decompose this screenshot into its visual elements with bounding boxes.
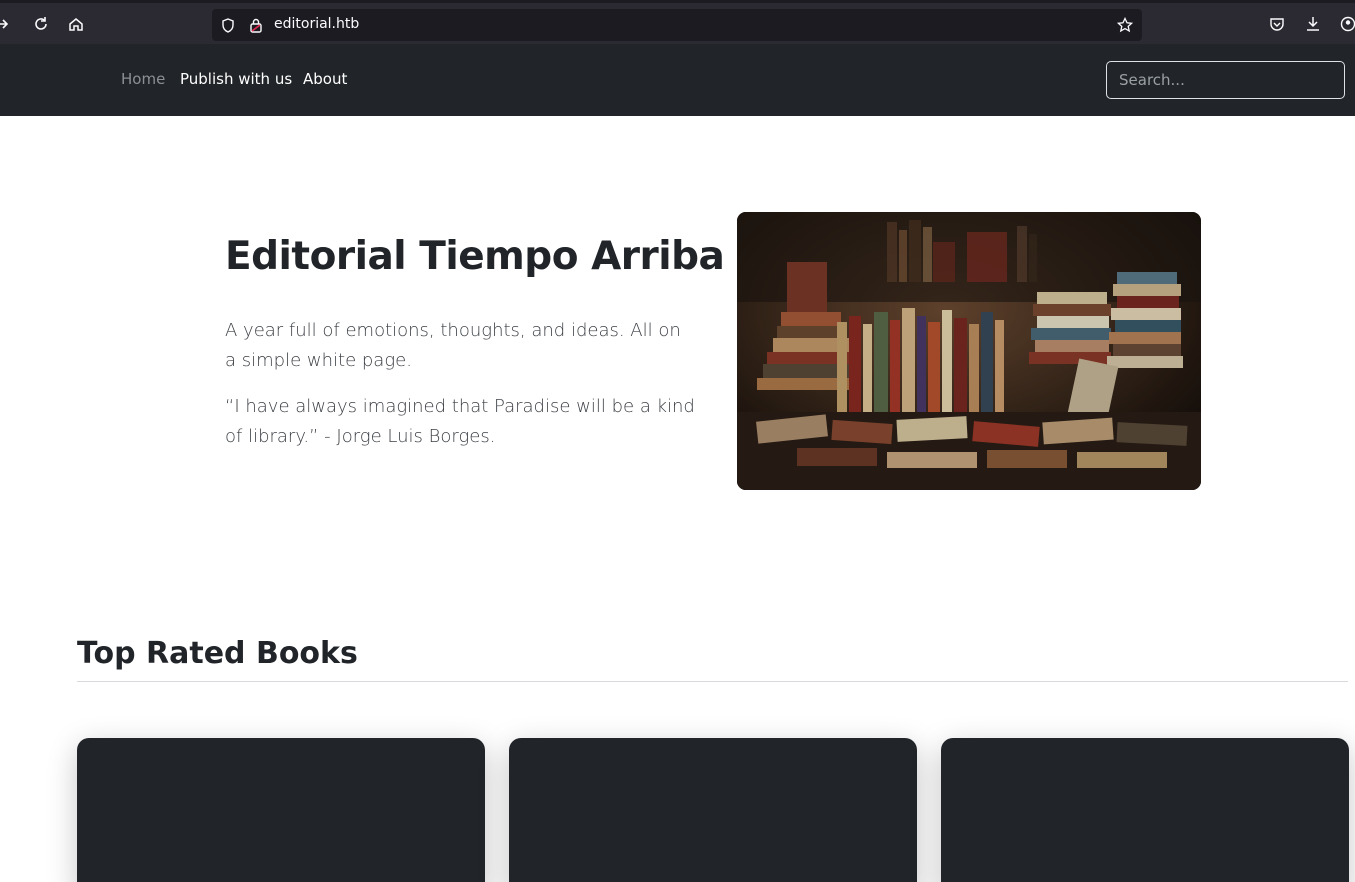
shield-icon[interactable] bbox=[220, 17, 236, 33]
lock-icon[interactable] bbox=[248, 17, 264, 33]
url-bar[interactable]: editorial.htb bbox=[212, 9, 1142, 41]
forward-arrow-icon[interactable] bbox=[0, 14, 12, 34]
nav-link-about[interactable]: About bbox=[303, 70, 347, 88]
hero-title: Editorial Tiempo Arriba bbox=[225, 234, 725, 279]
book-card[interactable] bbox=[509, 738, 917, 882]
nav-link-home[interactable]: Home bbox=[121, 70, 165, 88]
hero-quote: “I have always imagined that Paradise wi… bbox=[225, 396, 695, 447]
bookmark-star-icon[interactable] bbox=[1117, 17, 1133, 33]
url-text[interactable]: editorial.htb bbox=[274, 16, 359, 32]
browser-window: editorial.htb Home Publish with us About… bbox=[0, 0, 1355, 882]
site-navbar: Home Publish with us About bbox=[0, 44, 1355, 116]
reload-icon[interactable] bbox=[31, 14, 51, 34]
section-title: Top Rated Books bbox=[77, 636, 358, 671]
pocket-icon[interactable] bbox=[1267, 14, 1287, 34]
bookstore-photo bbox=[737, 212, 1201, 490]
search-input[interactable] bbox=[1106, 61, 1345, 99]
account-icon[interactable] bbox=[1338, 14, 1355, 34]
download-icon[interactable] bbox=[1303, 14, 1323, 34]
hero-paragraph: A year full of emotions, thoughts, and i… bbox=[225, 320, 681, 371]
browser-toolbar: editorial.htb bbox=[0, 0, 1355, 44]
book-card[interactable] bbox=[941, 738, 1349, 882]
section-divider bbox=[77, 681, 1348, 682]
home-icon[interactable] bbox=[66, 14, 86, 34]
book-card[interactable] bbox=[77, 738, 485, 882]
nav-link-publish[interactable]: Publish with us bbox=[180, 70, 292, 88]
